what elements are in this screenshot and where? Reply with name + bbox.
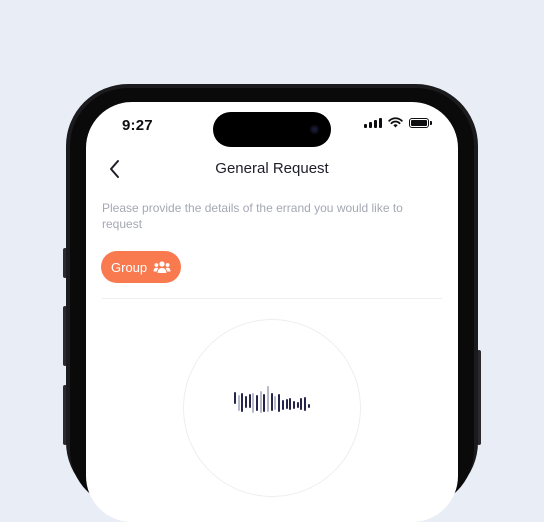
waveform-bar xyxy=(238,395,240,411)
chip-label: Group xyxy=(111,259,148,275)
phone-screen: 9:27 General Request Please provide the … xyxy=(86,102,458,522)
waveform-bar xyxy=(234,392,236,404)
waveform-bar xyxy=(271,393,273,411)
waveform-bar xyxy=(274,396,276,410)
signal-icon xyxy=(364,117,382,128)
status-time: 9:27 xyxy=(122,117,153,134)
waveform-bar xyxy=(282,400,284,410)
status-icons xyxy=(364,117,432,128)
camera-icon xyxy=(310,125,319,134)
wifi-icon xyxy=(388,117,403,128)
group-chip-button[interactable]: Group xyxy=(101,251,182,283)
waveform-bar xyxy=(267,386,269,412)
divider xyxy=(102,298,442,299)
waveform-bar xyxy=(249,394,251,408)
waveform-bar xyxy=(245,396,247,408)
header: General Request xyxy=(86,158,458,180)
waveform-bar xyxy=(260,391,262,413)
waveform-bar xyxy=(286,399,288,409)
page-title: General Request xyxy=(215,160,329,177)
description-text: Please provide the details of the errand… xyxy=(102,201,403,231)
waveform-bar xyxy=(297,402,299,408)
waveform-bar xyxy=(300,398,302,410)
waveform-bar xyxy=(241,393,243,412)
waveform-bar xyxy=(256,395,258,411)
group-icon xyxy=(153,261,171,273)
waveform-bar xyxy=(252,393,254,413)
dynamic-island xyxy=(213,112,331,147)
waveform-bar xyxy=(289,398,291,410)
waveform-bar xyxy=(308,404,310,408)
waveform-bar xyxy=(263,394,265,412)
waveform-icon xyxy=(234,386,310,413)
waveform-bar xyxy=(278,394,280,412)
waveform-bar xyxy=(293,401,295,409)
battery-icon xyxy=(409,117,432,128)
waveform-bar xyxy=(304,397,306,411)
